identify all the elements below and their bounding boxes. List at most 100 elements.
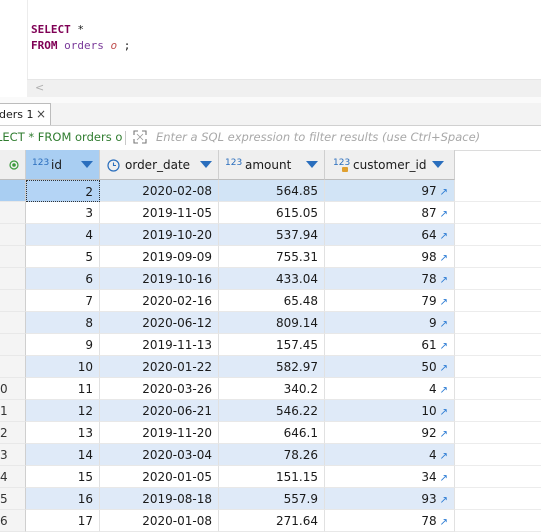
cell-order-date[interactable]: 2019-11-13 (100, 334, 219, 356)
table-row[interactable]: 7 2020-02-16 65.48 79 ↗ (0, 290, 541, 312)
cell-id[interactable]: 15 (26, 466, 100, 488)
table-row[interactable]: 0 11 2020-03-26 340.2 4 ↗ (0, 378, 541, 400)
table-row[interactable]: 6 2019-10-16 433.04 78 ↗ (0, 268, 541, 290)
open-reference-icon[interactable]: ↗ (440, 407, 448, 418)
open-reference-icon[interactable]: ↗ (440, 341, 448, 352)
row-number[interactable]: 3 (0, 444, 26, 466)
cell-id[interactable]: 14 (26, 444, 100, 466)
sort-arrow-icon[interactable] (200, 161, 212, 168)
cell-customer-id[interactable]: 93 ↗ (325, 488, 455, 510)
open-reference-icon[interactable]: ↗ (440, 363, 448, 374)
column-header-id[interactable]: 123 id (26, 150, 100, 180)
row-number[interactable] (0, 180, 26, 202)
grid-corner[interactable] (0, 150, 26, 180)
row-number[interactable] (0, 312, 26, 334)
table-row[interactable]: 4 2019-10-20 537.94 64 ↗ (0, 224, 541, 246)
cell-order-date[interactable]: 2019-09-09 (100, 246, 219, 268)
cell-id[interactable]: 3 (26, 202, 100, 224)
cell-order-date[interactable]: 2020-06-21 (100, 400, 219, 422)
open-reference-icon[interactable]: ↗ (440, 231, 448, 242)
cell-order-date[interactable]: 2019-11-20 (100, 422, 219, 444)
cell-customer-id[interactable]: 4 ↗ (325, 444, 455, 466)
cell-order-date[interactable]: 2020-02-16 (100, 290, 219, 312)
cell-amount[interactable]: 557.9 (219, 488, 325, 510)
tab-results-orders[interactable]: ders 1 × (0, 103, 51, 125)
open-reference-icon[interactable]: ↗ (440, 385, 448, 396)
sql-editor[interactable]: SELECT * FROM orders o ; (0, 0, 541, 79)
cell-id[interactable]: 17 (26, 510, 100, 532)
cell-amount[interactable]: 582.97 (219, 356, 325, 378)
cell-id[interactable]: 12 (26, 400, 100, 422)
cell-amount[interactable]: 755.31 (219, 246, 325, 268)
cell-amount[interactable]: 537.94 (219, 224, 325, 246)
cell-customer-id[interactable]: 97 ↗ (325, 180, 455, 202)
cell-order-date[interactable]: 2019-08-18 (100, 488, 219, 510)
cell-customer-id[interactable]: 64 ↗ (325, 224, 455, 246)
editor-horizontal-scrollbar[interactable]: < (27, 79, 541, 98)
cell-customer-id[interactable]: 87 ↗ (325, 202, 455, 224)
cell-customer-id[interactable]: 50 ↗ (325, 356, 455, 378)
cell-amount[interactable]: 65.48 (219, 290, 325, 312)
cell-id[interactable]: 16 (26, 488, 100, 510)
expand-filter-icon[interactable] (133, 130, 147, 144)
cell-customer-id[interactable]: 79 ↗ (325, 290, 455, 312)
row-number[interactable] (0, 246, 26, 268)
table-row[interactable]: 6 17 2020-01-08 271.64 78 ↗ (0, 510, 541, 532)
cell-id[interactable]: 2 (26, 180, 100, 202)
cell-id[interactable]: 5 (26, 246, 100, 268)
sort-arrow-icon[interactable] (81, 161, 93, 168)
column-header-customer-id[interactable]: 123 customer_id (325, 150, 455, 180)
cell-order-date[interactable]: 2020-02-08 (100, 180, 219, 202)
cell-order-date[interactable]: 2019-11-05 (100, 202, 219, 224)
open-reference-icon[interactable]: ↗ (440, 429, 448, 440)
row-number[interactable] (0, 290, 26, 312)
cell-amount[interactable]: 157.45 (219, 334, 325, 356)
table-row[interactable]: 2 2020-02-08 564.85 97 ↗ (0, 180, 541, 202)
sort-arrow-icon[interactable] (432, 161, 444, 168)
filter-input[interactable]: Enter a SQL expression to filter results… (156, 130, 480, 144)
row-number[interactable]: 2 (0, 422, 26, 444)
open-reference-icon[interactable]: ↗ (440, 473, 448, 484)
row-number[interactable]: 4 (0, 466, 26, 488)
table-row[interactable]: 3 2019-11-05 615.05 87 ↗ (0, 202, 541, 224)
cell-order-date[interactable]: 2020-01-05 (100, 466, 219, 488)
close-icon[interactable]: × (36, 107, 46, 121)
cell-id[interactable]: 6 (26, 268, 100, 290)
column-header-order-date[interactable]: order_date (100, 150, 219, 180)
cell-order-date[interactable]: 2020-01-22 (100, 356, 219, 378)
row-number[interactable]: 6 (0, 510, 26, 532)
table-row[interactable]: 5 2019-09-09 755.31 98 ↗ (0, 246, 541, 268)
cell-amount[interactable]: 151.15 (219, 466, 325, 488)
cell-customer-id[interactable]: 98 ↗ (325, 246, 455, 268)
cell-order-date[interactable]: 2020-03-26 (100, 378, 219, 400)
cell-id[interactable]: 9 (26, 334, 100, 356)
cell-customer-id[interactable]: 78 ↗ (325, 268, 455, 290)
cell-customer-id[interactable]: 78 ↗ (325, 510, 455, 532)
cell-amount[interactable]: 271.64 (219, 510, 325, 532)
table-row[interactable]: 3 14 2020-03-04 78.26 4 ↗ (0, 444, 541, 466)
cell-amount[interactable]: 646.1 (219, 422, 325, 444)
cell-amount[interactable]: 564.85 (219, 180, 325, 202)
cell-id[interactable]: 13 (26, 422, 100, 444)
open-reference-icon[interactable]: ↗ (440, 187, 448, 198)
row-number[interactable] (0, 356, 26, 378)
cell-order-date[interactable]: 2020-01-08 (100, 510, 219, 532)
cell-order-date[interactable]: 2019-10-16 (100, 268, 219, 290)
cell-customer-id[interactable]: 9 ↗ (325, 312, 455, 334)
open-reference-icon[interactable]: ↗ (440, 451, 448, 462)
cell-customer-id[interactable]: 10 ↗ (325, 400, 455, 422)
table-row[interactable]: 4 15 2020-01-05 151.15 34 ↗ (0, 466, 541, 488)
row-number[interactable] (0, 202, 26, 224)
open-reference-icon[interactable]: ↗ (440, 495, 448, 506)
row-number[interactable] (0, 334, 26, 356)
cell-customer-id[interactable]: 4 ↗ (325, 378, 455, 400)
cell-order-date[interactable]: 2020-03-04 (100, 444, 219, 466)
table-row[interactable]: 8 2020-06-12 809.14 9 ↗ (0, 312, 541, 334)
cell-customer-id[interactable]: 61 ↗ (325, 334, 455, 356)
open-reference-icon[interactable]: ↗ (440, 517, 448, 528)
cell-customer-id[interactable]: 34 ↗ (325, 466, 455, 488)
open-reference-icon[interactable]: ↗ (440, 253, 448, 264)
table-row[interactable]: 9 2019-11-13 157.45 61 ↗ (0, 334, 541, 356)
table-row[interactable]: 2 13 2019-11-20 646.1 92 ↗ (0, 422, 541, 444)
sql-code[interactable]: SELECT * FROM orders o ; (31, 22, 130, 54)
